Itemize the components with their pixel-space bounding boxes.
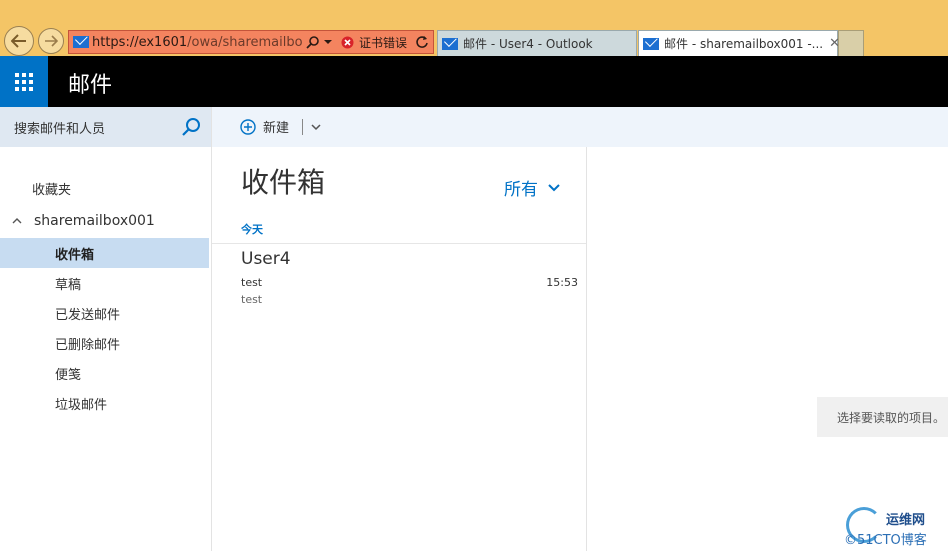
filter-dropdown[interactable]: 所有 — [504, 175, 560, 200]
folder-label: 已删除邮件 — [55, 337, 121, 353]
chevron-down-icon — [548, 183, 560, 191]
command-separator — [302, 119, 303, 135]
chevron-down-icon — [324, 40, 332, 44]
message-item[interactable]: User4 test test 15:53 — [212, 245, 586, 313]
folder-inbox[interactable]: 收件箱 — [0, 238, 209, 268]
folder-notes[interactable]: 便笺 — [0, 358, 209, 388]
reading-pane-hint: 选择要读取的项目。 — [817, 397, 948, 437]
folder-label: 收件箱 — [55, 247, 95, 263]
message-time: 15:53 — [546, 276, 578, 289]
app-title: 邮件 — [68, 73, 113, 98]
forward-button[interactable] — [38, 28, 64, 54]
watermark: 运维网 ©51CTO博客 — [840, 505, 948, 551]
app-header: 邮件 — [0, 56, 948, 107]
waffle-icon — [15, 72, 33, 91]
folder-label: 草稿 — [55, 277, 82, 293]
tab-label: 邮件 - sharemailbox001 -... — [664, 37, 824, 51]
url-text[interactable]: https://ex1601/owa/sharemailbox00 — [92, 35, 302, 50]
mailbox-name: sharemailbox001 — [34, 213, 155, 229]
address-bar[interactable]: https://ex1601/owa/sharemailbox00 证书错误 — [68, 30, 434, 54]
folder-pane: 搜索邮件和人员 收藏夹 sharemailbox001 收件箱 草稿 已发送邮件… — [0, 107, 212, 551]
new-message-button[interactable]: 新建 — [240, 117, 289, 136]
browser-tab-sharemailbox[interactable]: 邮件 - sharemailbox001 -... ✕ — [638, 30, 840, 56]
group-header-today: 今天 — [241, 223, 263, 236]
folder-deleted[interactable]: 已删除邮件 — [0, 328, 209, 358]
back-button[interactable] — [4, 26, 34, 56]
tab-label: 邮件 - User4 - Outlook — [463, 37, 593, 51]
search-icon — [306, 36, 319, 49]
browser-tab-user4[interactable]: 邮件 - User4 - Outlook — [437, 30, 637, 56]
app-launcher-button[interactable] — [0, 56, 48, 107]
browser-toolbar: https://ex1601/owa/sharemailbox00 证书错误 — [0, 0, 948, 56]
search-placeholder: 搜索邮件和人员 — [14, 121, 106, 137]
search-dropdown[interactable] — [306, 35, 333, 49]
mail-icon — [643, 37, 659, 50]
new-tab-button[interactable] — [838, 30, 864, 56]
chevron-down-icon[interactable] — [310, 119, 322, 135]
command-bar: 新建 — [212, 107, 948, 147]
screen: https://ex1601/owa/sharemailbox00 证书错误 — [0, 0, 948, 551]
folder-drafts[interactable]: 草稿 — [0, 268, 209, 298]
new-label: 新建 — [263, 121, 290, 136]
cert-error-label: 证书错误 — [359, 35, 408, 50]
folder-label: 垃圾邮件 — [55, 397, 108, 413]
plus-circle-icon — [240, 118, 256, 135]
message-subject: test — [241, 276, 263, 289]
folder-junk[interactable]: 垃圾邮件 — [0, 388, 209, 418]
search-input[interactable]: 搜索邮件和人员 — [0, 107, 211, 147]
message-list: 收件箱 所有 今天 User4 test test 15:53 — [212, 147, 587, 551]
mail-icon — [442, 37, 458, 50]
search-icon[interactable] — [181, 117, 201, 137]
url-host: https://ex1601 — [92, 34, 188, 50]
refresh-icon[interactable] — [415, 35, 429, 49]
favorites-header[interactable]: 收藏夹 — [32, 179, 71, 198]
divider — [212, 243, 586, 244]
error-icon — [341, 36, 354, 48]
folder-label: 便笺 — [55, 367, 82, 383]
arrow-left-icon — [11, 34, 26, 48]
folder-label: 已发送邮件 — [55, 307, 121, 323]
arrow-right-icon — [45, 35, 58, 47]
folder-sent[interactable]: 已发送邮件 — [0, 298, 209, 328]
message-sender: User4 — [241, 249, 291, 269]
certificate-error[interactable]: 证书错误 — [341, 34, 407, 51]
mailbox-node[interactable]: sharemailbox001 — [12, 213, 155, 229]
filter-label: 所有 — [504, 180, 538, 200]
watermark-line2: ©51CTO博客 — [844, 533, 927, 548]
reading-pane: 选择要读取的项目。 — [587, 147, 948, 551]
url-path: /owa/sharemailbox00 — [187, 34, 302, 50]
watermark-line1: 运维网 — [886, 513, 926, 528]
message-preview: test — [241, 293, 263, 306]
chevron-up-icon[interactable] — [12, 217, 22, 225]
mail-icon — [73, 36, 89, 48]
folder-title: 收件箱 — [241, 166, 326, 199]
